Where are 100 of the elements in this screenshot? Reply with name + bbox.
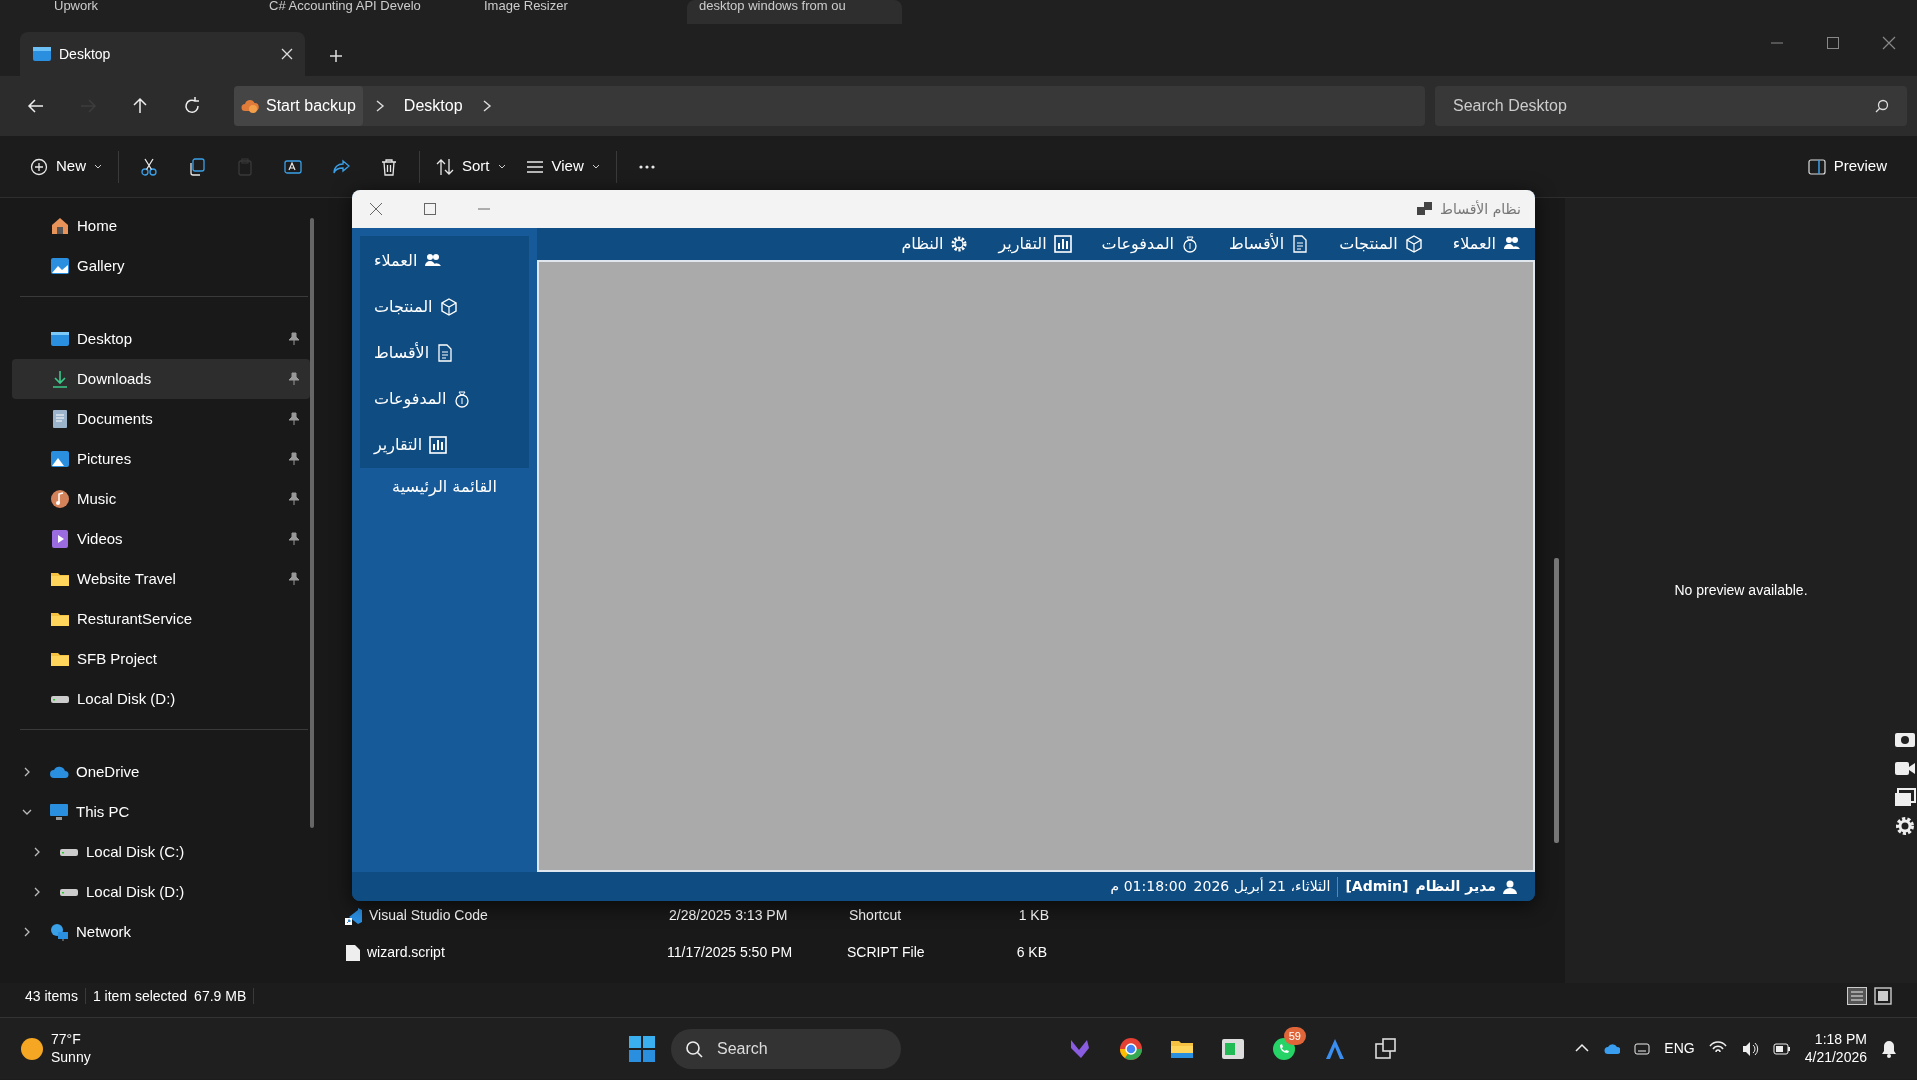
browser-tab[interactable]: Image Resizer xyxy=(472,0,687,24)
caret-icon xyxy=(497,163,506,170)
status-time: 01:18:00 م xyxy=(1110,877,1187,896)
bar-chart-icon xyxy=(429,436,448,454)
windows-stack-icon[interactable] xyxy=(1894,786,1916,808)
sidebar-item[interactable]: Local Disk (C:) xyxy=(12,832,310,872)
sidebar-item[interactable]: SFB Project xyxy=(12,639,310,679)
preview-button[interactable]: Preview xyxy=(1797,146,1897,187)
scrollbar[interactable] xyxy=(310,218,314,828)
side-menu-item[interactable]: المدفوعات xyxy=(360,376,529,422)
weather-condition: Sunny xyxy=(51,1048,91,1066)
trash-icon xyxy=(380,157,398,176)
side-menu-item[interactable]: الأقساط xyxy=(360,330,529,376)
desktop-icon xyxy=(50,329,70,349)
browser-tab[interactable]: desktop windows from ou xyxy=(687,0,902,24)
maximize-icon[interactable] xyxy=(1826,36,1840,50)
close-icon[interactable] xyxy=(370,203,382,215)
chevron-icon[interactable] xyxy=(32,847,42,857)
language-indicator[interactable]: ENG xyxy=(1664,1038,1695,1059)
item-count: 43 items xyxy=(25,986,78,1006)
keyboard-icon[interactable] xyxy=(1634,1040,1651,1057)
menu-item[interactable]: النظام xyxy=(901,232,969,256)
caret-icon xyxy=(591,163,600,170)
maximize-icon[interactable] xyxy=(424,203,436,215)
taskbar-search[interactable]: Search xyxy=(671,1028,901,1069)
network-icon xyxy=(49,922,69,942)
sort-icon xyxy=(436,157,454,176)
add-tab-icon[interactable] xyxy=(329,49,343,63)
sidebar-item[interactable]: This PC xyxy=(12,792,310,832)
chevron-icon[interactable] xyxy=(22,927,32,937)
sun-icon xyxy=(20,1036,44,1061)
tiles-view-icon[interactable] xyxy=(1874,987,1892,1005)
more-icon xyxy=(637,164,656,169)
side-menu-item[interactable]: العملاء xyxy=(360,238,529,284)
gear-icon xyxy=(950,235,969,253)
cloud-icon xyxy=(241,98,259,114)
chevron-icon[interactable] xyxy=(32,887,42,897)
file-size: 6 KB xyxy=(1015,943,1047,962)
breadcrumb-item[interactable]: Desktop xyxy=(403,94,463,118)
search-field[interactable]: Search Desktop xyxy=(1435,86,1907,126)
sidebar-item[interactable]: Home xyxy=(12,206,310,246)
document-icon xyxy=(436,344,455,362)
sidebar-item[interactable]: Documents xyxy=(12,399,310,439)
user-role: [Admin] xyxy=(1345,877,1409,896)
new-button[interactable]: New xyxy=(20,146,112,187)
clock[interactable]: 1:18 PM 4/21/2026 xyxy=(1804,1031,1867,1066)
browser-tab[interactable]: C# Accounting API Develo xyxy=(257,0,472,24)
clipboard-icon xyxy=(236,157,254,176)
panel-icon xyxy=(1807,158,1826,175)
user-name: مدير النظام xyxy=(1415,877,1496,897)
details-view-icon[interactable] xyxy=(1847,987,1867,1005)
music-icon xyxy=(50,489,70,509)
menu-item[interactable]: المدفوعات xyxy=(1101,232,1199,256)
sidebar-item[interactable]: Website Travel xyxy=(12,559,310,599)
sidebar-item[interactable]: Music xyxy=(12,479,310,519)
file-type: Shortcut xyxy=(849,906,903,925)
chevron-icon[interactable] xyxy=(22,767,32,777)
view-button[interactable]: View xyxy=(515,146,610,187)
notification-count: 59 xyxy=(1283,1026,1306,1045)
temperature: 77°F xyxy=(51,1031,82,1049)
sidebar-item[interactable]: ResturantService xyxy=(12,599,310,639)
file-name: wizard.script xyxy=(367,943,446,962)
sidebar-item[interactable]: Videos xyxy=(12,519,310,559)
sidebar-item[interactable]: Gallery xyxy=(12,246,310,286)
sidebar-item[interactable]: Network xyxy=(12,912,310,952)
gear-icon[interactable] xyxy=(1894,815,1916,837)
sidebar-item[interactable]: Pictures xyxy=(12,439,310,479)
browser-tab[interactable]: Upwork xyxy=(42,0,257,24)
picture-icon xyxy=(50,256,70,276)
user-icon xyxy=(1503,879,1517,894)
folder-icon xyxy=(32,46,52,62)
sort-button[interactable]: Sort xyxy=(426,146,516,187)
sidebar-item[interactable]: Local Disk (D:) xyxy=(12,872,310,912)
chevron-icon[interactable] xyxy=(374,100,385,112)
copy-icon xyxy=(188,157,206,176)
scrollbar[interactable] xyxy=(1554,558,1559,843)
search-icon xyxy=(1875,99,1889,113)
app-logo-icon xyxy=(1416,202,1433,216)
file-date: 11/17/2025 5:50 PM xyxy=(667,943,794,962)
windows-stack-icon xyxy=(1373,1035,1399,1062)
close-icon[interactable] xyxy=(1882,36,1896,50)
selection-status: 1 item selected xyxy=(92,986,188,1006)
monitor-icon xyxy=(49,802,69,822)
tab-title: Desktop xyxy=(59,44,112,64)
side-menu-item[interactable]: التقارير xyxy=(360,422,529,468)
menu-item[interactable]: التقارير xyxy=(998,232,1072,256)
chevron-icon[interactable] xyxy=(22,807,32,817)
window-tab[interactable]: Desktop xyxy=(20,32,305,76)
menu-item[interactable]: الأقساط xyxy=(1228,232,1310,256)
sidebar-item[interactable]: Downloads xyxy=(12,359,310,399)
side-menu-item[interactable]: المنتجات xyxy=(360,284,529,330)
chevron-icon[interactable] xyxy=(481,100,492,112)
file-type: SCRIPT File xyxy=(847,943,926,962)
windows-icon xyxy=(629,1035,655,1062)
menu-item[interactable]: العملاء xyxy=(1452,232,1521,256)
sidebar-item[interactable]: OneDrive xyxy=(12,752,310,792)
menu-item[interactable]: المنتجات xyxy=(1339,232,1423,256)
sidebar-item[interactable]: Desktop xyxy=(12,319,310,359)
bell-icon[interactable] xyxy=(1881,1039,1897,1058)
sidebar-item[interactable]: Local Disk (D:) xyxy=(12,679,310,719)
